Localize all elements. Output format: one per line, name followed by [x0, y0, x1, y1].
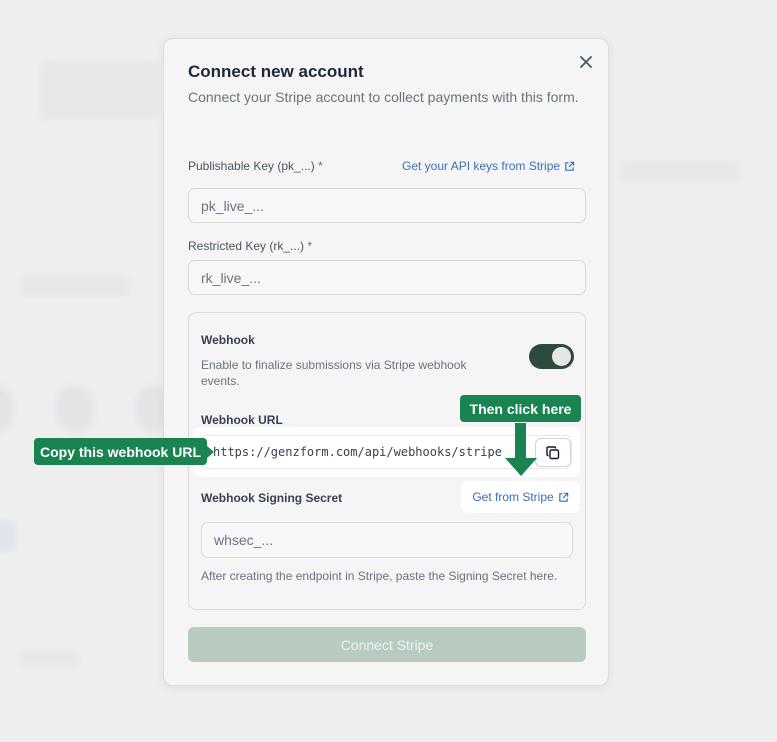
modal-title: Connect new account [188, 62, 364, 81]
get-from-stripe-text[interactable]: Get from Stripe [472, 490, 553, 504]
external-link-icon [558, 492, 568, 502]
webhook-secret-label: Webhook Signing Secret [201, 491, 343, 505]
copy-url-callout: Copy this webhook URL [34, 438, 214, 465]
down-arrow-icon [505, 458, 537, 476]
publishable-key-label-text: Publishable Key (pk_...) [188, 159, 315, 173]
copy-icon [546, 445, 560, 459]
toggle-knob [552, 347, 571, 366]
publishable-key-placeholder: pk_live_... [201, 197, 265, 214]
publishable-key-label: Publishable Key (pk_...) * [188, 159, 323, 173]
webhook-title: Webhook [201, 333, 255, 347]
api-keys-link-text[interactable]: Get your API keys from Stripe [402, 159, 560, 173]
copy-url-button[interactable] [535, 438, 571, 467]
restricted-key-label: Restricted Key (rk_...) * [188, 239, 312, 253]
webhook-secret-input[interactable]: whsec_... [201, 522, 573, 558]
webhook-description: Enable to finalize submissions via Strip… [201, 358, 467, 388]
required-mark: * [307, 239, 313, 253]
close-icon [580, 56, 592, 68]
connect-account-modal: Connect new account Connect your Stripe … [163, 38, 609, 686]
external-link-icon [565, 161, 575, 171]
restricted-key-input[interactable]: rk_live_... [188, 260, 586, 295]
down-arrow-shaft [515, 423, 526, 460]
webhook-secret-placeholder: whsec_... [214, 532, 274, 548]
close-button[interactable] [577, 53, 595, 71]
api-keys-link[interactable]: Get your API keys from Stripe [402, 159, 575, 173]
required-mark: * [318, 159, 323, 173]
restricted-key-label-text: Restricted Key (rk_...) [188, 239, 305, 253]
modal-description: Connect your Stripe account to collect p… [188, 89, 579, 105]
webhook-toggle[interactable] [529, 344, 574, 369]
webhook-secret-help: After creating the endpoint in Stripe, p… [201, 569, 558, 583]
then-click-callout: Then click here [460, 395, 581, 422]
get-from-stripe-link[interactable]: Get from Stripe [461, 481, 580, 513]
restricted-key-placeholder: rk_live_... [201, 269, 261, 286]
connect-stripe-button[interactable]: Connect Stripe [188, 627, 586, 662]
publishable-key-input[interactable]: pk_live_... [188, 188, 586, 223]
webhook-url-label: Webhook URL [201, 413, 283, 427]
webhook-url-value: https://genzform.com/api/webhooks/stripe [213, 445, 502, 459]
